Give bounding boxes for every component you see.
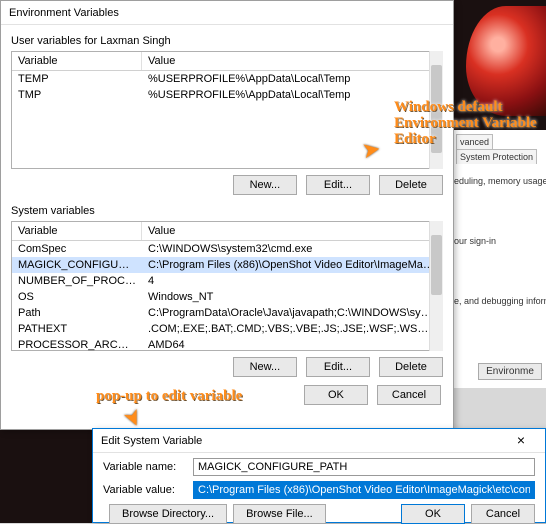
environment-variables-window: Environment Variables User variables for… bbox=[0, 0, 454, 430]
variable-value-input[interactable] bbox=[193, 481, 535, 499]
tab-advanced[interactable]: vanced bbox=[456, 134, 493, 149]
delete-button[interactable]: Delete bbox=[379, 175, 443, 195]
col-variable[interactable]: Variable bbox=[12, 52, 142, 70]
system-vars-label: System variables bbox=[11, 205, 443, 217]
cell-variable: PATHEXT bbox=[12, 321, 142, 337]
system-properties-panel: vancedSystem Protection eduling, memory … bbox=[450, 130, 546, 388]
scrollbar[interactable] bbox=[429, 221, 443, 351]
cell-variable: MAGICK_CONFIGURE_PATH bbox=[12, 257, 142, 273]
edit-system-variable-window: Edit System Variable × Variable name: Va… bbox=[92, 428, 546, 523]
user-vars-list[interactable]: Variable Value TEMP%USERPROFILE%\AppData… bbox=[11, 51, 443, 169]
user-vars-group: User variables for Laxman Singh Variable… bbox=[11, 35, 443, 195]
variable-value-label: Variable value: bbox=[103, 484, 193, 496]
browse-directory-button[interactable]: Browse Directory... bbox=[109, 504, 227, 524]
browse-file-button[interactable]: Browse File... bbox=[233, 504, 326, 524]
cell-value: C:\Program Files (x86)\OpenShot Video Ed… bbox=[142, 257, 442, 273]
table-row[interactable]: NUMBER_OF_PROCESSORS4 bbox=[12, 273, 442, 289]
scrollbar-thumb[interactable] bbox=[431, 235, 442, 295]
red-blob-graphic bbox=[466, 6, 546, 116]
variable-value-row: Variable value: bbox=[103, 481, 535, 499]
cell-value: .COM;.EXE;.BAT;.CMD;.VBS;.VBE;.JS;.JSE;.… bbox=[142, 321, 442, 337]
variable-name-label: Variable name: bbox=[103, 461, 193, 473]
cell-value: 4 bbox=[142, 273, 442, 289]
table-row[interactable]: TEMP%USERPROFILE%\AppData\Local\Temp bbox=[12, 71, 442, 87]
cell-value: %USERPROFILE%\AppData\Local\Temp bbox=[142, 87, 442, 103]
cell-variable: TMP bbox=[12, 87, 142, 103]
cell-variable: NUMBER_OF_PROCESSORS bbox=[12, 273, 142, 289]
user-button-row: New... Edit... Delete bbox=[11, 175, 443, 195]
table-row[interactable]: MAGICK_CONFIGURE_PATHC:\Program Files (x… bbox=[12, 257, 442, 273]
environment-variables-button[interactable]: Environme bbox=[478, 363, 542, 380]
tab-system-protection[interactable]: System Protection bbox=[456, 149, 537, 164]
cell-value: Windows_NT bbox=[142, 289, 442, 305]
ok-button[interactable]: OK bbox=[401, 504, 465, 524]
new-button[interactable]: New... bbox=[233, 357, 297, 377]
table-row[interactable]: ComSpecC:\WINDOWS\system32\cmd.exe bbox=[12, 241, 442, 257]
cell-variable: TEMP bbox=[12, 71, 142, 87]
scrollbar-thumb[interactable] bbox=[431, 65, 442, 153]
table-row[interactable]: TMP%USERPROFILE%\AppData\Local\Temp bbox=[12, 87, 442, 103]
edit-button[interactable]: Edit... bbox=[306, 175, 370, 195]
cell-value: C:\ProgramData\Oracle\Java\javapath;C:\W… bbox=[142, 305, 442, 321]
table-row[interactable]: PathC:\ProgramData\Oracle\Java\javapath;… bbox=[12, 305, 442, 321]
sys-text: our sign-in bbox=[454, 236, 543, 246]
sys-text: eduling, memory usage, and vi bbox=[454, 176, 543, 186]
env-titlebar: Environment Variables bbox=[1, 1, 453, 25]
cancel-button[interactable]: Cancel bbox=[471, 504, 535, 524]
system-vars-list[interactable]: Variable Value ComSpecC:\WINDOWS\system3… bbox=[11, 221, 443, 351]
ok-button[interactable]: OK bbox=[304, 385, 368, 405]
list-header: Variable Value bbox=[12, 222, 442, 241]
variable-name-row: Variable name: bbox=[103, 458, 535, 476]
col-variable[interactable]: Variable bbox=[12, 222, 142, 240]
cell-value: %USERPROFILE%\AppData\Local\Temp bbox=[142, 71, 442, 87]
system-vars-group: System variables Variable Value ComSpecC… bbox=[11, 205, 443, 377]
close-icon[interactable]: × bbox=[505, 429, 537, 451]
window-title: Edit System Variable bbox=[101, 435, 202, 447]
list-header: Variable Value bbox=[12, 52, 442, 71]
bg-dark-bottom bbox=[0, 428, 92, 523]
variable-name-input[interactable] bbox=[193, 458, 535, 476]
col-value[interactable]: Value bbox=[142, 52, 442, 70]
edit-button-row: Browse Directory... Browse File... OK Ca… bbox=[103, 504, 535, 524]
user-vars-label: User variables for Laxman Singh bbox=[11, 35, 443, 47]
cell-variable: OS bbox=[12, 289, 142, 305]
scrollbar[interactable] bbox=[429, 51, 443, 169]
cell-variable: Path bbox=[12, 305, 142, 321]
col-value[interactable]: Value bbox=[142, 222, 442, 240]
edit-titlebar: Edit System Variable × bbox=[93, 429, 545, 453]
delete-button[interactable]: Delete bbox=[379, 357, 443, 377]
cell-variable: PROCESSOR_ARCHITECTURE bbox=[12, 337, 142, 353]
table-row[interactable]: OSWindows_NT bbox=[12, 289, 442, 305]
table-row[interactable]: PROCESSOR_ARCHITECTUREAMD64 bbox=[12, 337, 442, 353]
bg-dark-top bbox=[450, 0, 546, 140]
dialog-button-row: OK Cancel bbox=[1, 385, 441, 405]
edit-button[interactable]: Edit... bbox=[306, 357, 370, 377]
cell-value: C:\WINDOWS\system32\cmd.exe bbox=[142, 241, 442, 257]
new-button[interactable]: New... bbox=[233, 175, 297, 195]
cell-value: AMD64 bbox=[142, 337, 442, 353]
sys-text: e, and debugging information bbox=[454, 296, 543, 306]
sys-button-row: New... Edit... Delete bbox=[11, 357, 443, 377]
cancel-button[interactable]: Cancel bbox=[377, 385, 441, 405]
cell-variable: ComSpec bbox=[12, 241, 142, 257]
table-row[interactable]: PATHEXT.COM;.EXE;.BAT;.CMD;.VBS;.VBE;.JS… bbox=[12, 321, 442, 337]
window-title: Environment Variables bbox=[9, 7, 119, 19]
